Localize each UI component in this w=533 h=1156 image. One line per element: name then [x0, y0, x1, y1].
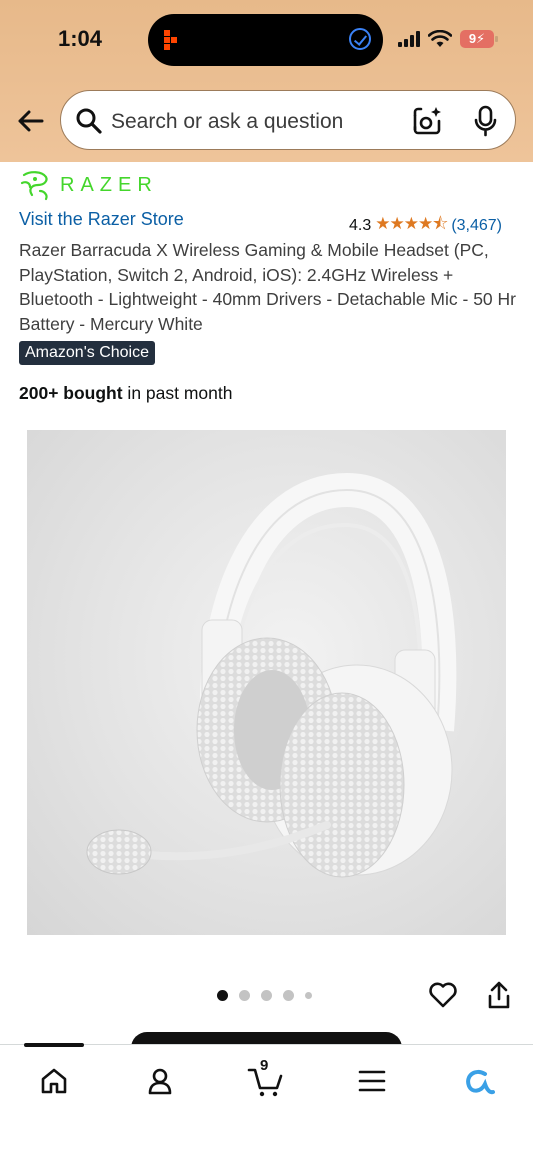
active-tab-indicator: [24, 1043, 84, 1047]
carousel-dot[interactable]: [261, 990, 272, 1001]
carousel-dot[interactable]: [283, 990, 294, 1001]
bottom-navigation: 9: [0, 1043, 533, 1156]
header: 1:04 9⚡ Search or ask a question: [0, 0, 533, 162]
carousel-dot[interactable]: [305, 992, 312, 999]
wifi-icon: [428, 30, 452, 47]
image-carousel-dots[interactable]: [217, 990, 312, 1001]
check-icon: [349, 28, 371, 50]
battery-icon: 9⚡: [460, 30, 498, 48]
nav-home[interactable]: [34, 1061, 74, 1101]
bought-count: 200+ bought: [19, 383, 123, 403]
menu-icon: [358, 1070, 386, 1092]
bought-in-past-month: 200+ bought in past month: [19, 383, 232, 404]
dynamic-island: [148, 14, 383, 66]
home-icon: [41, 1068, 67, 1094]
status-time: 1:04: [58, 26, 103, 51]
heart-icon[interactable]: [428, 980, 458, 1010]
rufus-icon: [466, 1069, 495, 1095]
camera-lens-icon[interactable]: [411, 105, 443, 137]
carousel-dot[interactable]: [239, 990, 250, 1001]
signal-icon: [398, 31, 420, 47]
app-activity-icon: [164, 30, 177, 50]
bought-suffix: in past month: [122, 383, 233, 403]
nav-rufus[interactable]: [458, 1061, 498, 1101]
product-image[interactable]: [27, 430, 506, 935]
battery-level: 9: [468, 31, 477, 46]
rating-count[interactable]: (3,467): [451, 217, 502, 235]
razer-snake-icon: [20, 171, 48, 201]
star-rating-icon: ★★★★⯪: [375, 214, 448, 233]
carousel-dot[interactable]: [217, 990, 228, 1001]
share-icon[interactable]: [485, 980, 513, 1010]
amazons-choice-badge[interactable]: Amazon's Choice: [19, 341, 155, 365]
search-icon: [76, 108, 102, 134]
headset-image: [86, 472, 457, 878]
rating-value: 4.3: [349, 216, 372, 234]
microphone-icon[interactable]: [471, 105, 501, 137]
nav-menu[interactable]: [352, 1061, 392, 1101]
visit-store-link[interactable]: Visit the Razer Store: [19, 209, 184, 230]
nav-account[interactable]: [140, 1061, 180, 1101]
cart-count: 9: [260, 1057, 269, 1074]
rating-summary[interactable]: 4.3 ★★★★⯪ (3,467): [349, 211, 502, 240]
search-placeholder: Search or ask a question: [111, 110, 344, 133]
back-arrow-icon[interactable]: [14, 104, 48, 138]
brand-logo[interactable]: RAZER: [18, 168, 158, 202]
nav-cart[interactable]: 9: [246, 1057, 286, 1101]
account-icon: [148, 1068, 172, 1095]
brand-name: RAZER: [60, 173, 158, 196]
search-input[interactable]: Search or ask a question: [60, 90, 516, 150]
product-title: Razer Barracuda X Wireless Gaming & Mobi…: [19, 240, 516, 334]
status-icons: 9⚡: [398, 30, 498, 48]
